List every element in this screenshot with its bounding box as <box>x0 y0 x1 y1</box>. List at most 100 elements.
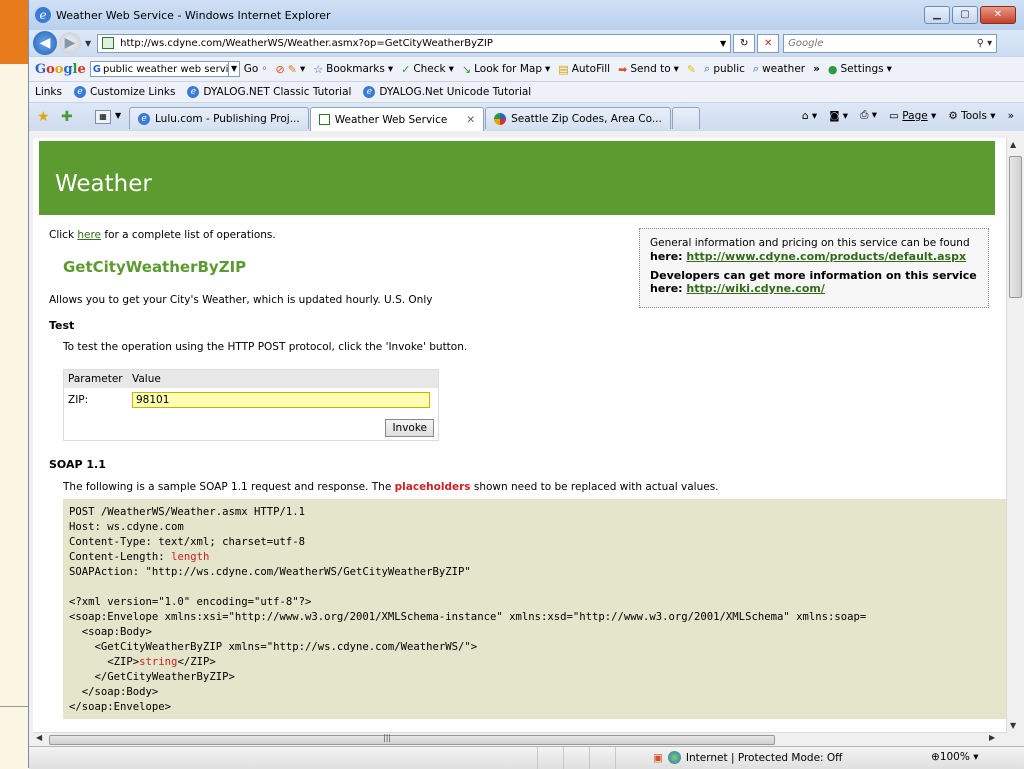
autofill-icon: ▤ <box>558 62 569 76</box>
zoom-level: 100% <box>939 751 970 763</box>
horizontal-scroll-thumb[interactable] <box>49 735 775 745</box>
chevron-down-icon: ▾ <box>973 751 979 763</box>
close-button[interactable]: ✕ <box>980 6 1016 24</box>
more-button[interactable]: » <box>813 63 820 75</box>
zoom-control[interactable]: ⊕100% ▾ <box>931 751 978 763</box>
horizontal-scrollbar[interactable]: ◀ ||| ▶ <box>33 732 1007 745</box>
zip-input[interactable] <box>132 392 430 408</box>
security-zone[interactable]: ▣ Internet | Protected Mode: Off <box>653 751 842 764</box>
vertical-scrollbar[interactable]: ▲ ▼ <box>1006 138 1023 732</box>
tab-weather-web-service[interactable]: Weather Web Service ✕ <box>309 107 485 131</box>
home-icon[interactable]: ⌂ ▾ <box>802 110 817 122</box>
public-button[interactable]: ⌕ public <box>704 62 745 76</box>
table-header: Parameter Value <box>64 370 438 388</box>
operation-description: Allows you to get your City's Weather, w… <box>49 294 433 306</box>
links-label: Links <box>35 86 62 98</box>
column-parameter: Parameter <box>68 373 123 385</box>
search-icon[interactable]: ⚲ ▾ <box>977 38 993 49</box>
back-button[interactable]: ◀ <box>33 31 57 55</box>
soap-heading: SOAP 1.1 <box>49 458 106 471</box>
check-button[interactable]: ✓ Check ▾ <box>401 63 454 76</box>
command-bar: ⌂ ▾ ◙ ▾ ⎙ ▾ ▭ Page ▾ ⚙ Tools ▾ » <box>802 109 1014 122</box>
window-title: Weather Web Service - Windows Internet E… <box>56 8 331 22</box>
test-instructions: To test the operation using the HTTP POS… <box>63 341 468 353</box>
url-text: http://ws.cdyne.com/WeatherWS/Weather.as… <box>120 37 493 49</box>
vertical-scroll-thumb[interactable] <box>1009 156 1022 298</box>
add-favorites-icon[interactable]: ✚ <box>61 109 73 125</box>
recent-pages-dropdown[interactable]: ▼ <box>85 39 91 48</box>
scroll-grip-icon: ||| <box>383 733 392 742</box>
chevron-down-icon[interactable]: ▼ <box>228 62 238 76</box>
look-for-map-button[interactable]: ↘ Look for Map ▾ <box>462 63 550 76</box>
tab-seattle-zip[interactable]: Seattle Zip Codes, Area Co... <box>485 107 671 129</box>
print-icon[interactable]: ⎙ ▾ <box>860 109 877 122</box>
links-bar: Links e Customize Links e DYALOG.NET Class… <box>29 81 1024 102</box>
page-content: Weather Click here for a complete list o… <box>33 138 1007 732</box>
status-bar: ▣ Internet | Protected Mode: Off ⊕100% ▾ <box>29 746 1024 769</box>
zip-label: ZIP: <box>68 394 89 406</box>
link-dyalog-unicode[interactable]: e DYALOG.Net Unicode Tutorial <box>363 86 531 98</box>
globe-icon <box>667 751 681 764</box>
link-customize[interactable]: e Customize Links <box>73 86 175 98</box>
url-dropdown-icon[interactable]: ▼ <box>720 39 726 48</box>
minimize-button[interactable]: ▁ <box>924 6 950 24</box>
tab-list-dropdown[interactable]: ▼ <box>115 111 121 120</box>
page-icon <box>102 37 115 49</box>
search-term-icon: ⌕ <box>704 62 711 75</box>
highlight-button[interactable]: ✎ <box>687 63 696 76</box>
highlighter-icon: ✎ <box>686 62 697 76</box>
search-input[interactable]: Google ⚲ ▾ <box>783 33 998 53</box>
bookmarks-button[interactable]: ☆ Bookmarks ▾ <box>313 63 393 76</box>
page-menu[interactable]: ▭ Page ▾ <box>889 110 936 122</box>
page-viewport: Weather Click here for a complete list o… <box>33 138 1023 732</box>
ie-logo-icon: e <box>35 7 51 23</box>
link-dyalog-classic[interactable]: e DYALOG.NET Classic Tutorial <box>187 86 351 98</box>
search-term-icon: ⌕ <box>752 62 760 75</box>
feeds-icon[interactable]: ◙ ▾ <box>829 110 848 122</box>
soap-description: The following is a sample SOAP 1.1 reque… <box>63 481 719 493</box>
operation-name: GetCityWeatherByZIP <box>63 258 247 276</box>
map-icon: ↘ <box>461 62 472 76</box>
page-header: Weather <box>39 141 995 215</box>
title-bar: e Weather Web Service - Windows Internet… <box>29 0 1024 30</box>
send-to-button[interactable]: ➡ Send to ▾ <box>618 63 679 76</box>
ie-page-icon: e <box>363 86 376 98</box>
forward-button[interactable]: ▶ <box>59 32 81 54</box>
info-box: General information and pricing on this … <box>639 228 989 308</box>
settings-button[interactable]: ● Settings ▾ <box>828 63 892 76</box>
close-tab-icon[interactable]: ✕ <box>466 114 475 126</box>
toolbar-overflow-icon[interactable]: » <box>1008 110 1014 122</box>
google-search-input[interactable]: G public weather web servi ▼ <box>89 61 240 77</box>
soap-request-code: POST /WeatherWS/Weather.asmx HTTP/1.1 Ho… <box>63 499 1007 719</box>
url-input[interactable]: http://ws.cdyne.com/WeatherWS/Weather.as… <box>97 33 732 53</box>
ie-page-icon: e <box>187 86 200 98</box>
google-search-value: public weather web servi <box>103 63 229 75</box>
status-segment <box>589 747 615 769</box>
products-link[interactable]: http://www.cdyne.com/products/default.as… <box>686 250 966 263</box>
new-tab-button[interactable] <box>671 107 700 129</box>
info-line-2: Developers can get more information on t… <box>650 269 977 282</box>
refresh-button[interactable]: ↻ <box>733 33 756 53</box>
scroll-left-icon: ◀ <box>36 733 43 742</box>
autofill-button[interactable]: ▤ AutoFill <box>558 63 610 76</box>
operations-link[interactable]: here <box>77 229 101 241</box>
settings-icon: ● <box>827 62 838 76</box>
quick-tabs-icon[interactable]: ▦ <box>95 110 111 124</box>
stop-button[interactable]: ✕ <box>757 33 780 53</box>
tools-menu[interactable]: ⚙ Tools ▾ <box>948 110 995 122</box>
toolbar-icons[interactable]: ⊘ ✎ ▾ <box>276 63 306 76</box>
wiki-link[interactable]: http://wiki.cdyne.com/ <box>686 282 824 295</box>
tab-lulu[interactable]: e Lulu.com - Publishing Proj... <box>129 107 309 129</box>
weather-button[interactable]: ⌕ weather <box>753 62 805 76</box>
maximize-button[interactable]: ▢ <box>952 6 978 24</box>
favorites-star-icon[interactable]: ★ <box>37 109 50 125</box>
table-row: ZIP: <box>64 388 438 412</box>
status-segment <box>615 747 647 769</box>
go-button[interactable]: Go ◦ <box>244 63 268 75</box>
popup-blocker-icon: ▣ <box>653 751 663 764</box>
address-bar: ◀ ▶ ▼ http://ws.cdyne.com/WeatherWS/Weat… <box>29 30 1024 56</box>
browser-window: e Weather Web Service - Windows Internet… <box>28 0 1024 769</box>
page-title: Weather <box>55 171 152 197</box>
invoke-button[interactable]: Invoke <box>385 419 434 437</box>
column-value: Value <box>132 373 161 385</box>
